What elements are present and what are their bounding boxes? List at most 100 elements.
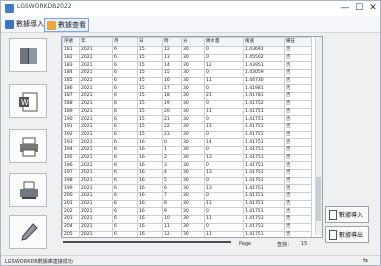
table-cell[interactable]: 2021 [79, 169, 113, 178]
column-header[interactable]: 序號 [62, 37, 80, 47]
table-cell[interactable]: 1.44730 [243, 76, 285, 86]
table-cell[interactable]: 197 [62, 169, 80, 178]
table-cell[interactable]: 30 [181, 184, 205, 194]
table-cell[interactable]: 13 [162, 53, 182, 63]
table-cell[interactable]: 2021 [79, 138, 113, 147]
table-cell[interactable]: 16 [137, 145, 163, 155]
table-cell[interactable]: 188 [62, 99, 80, 109]
table-row[interactable]: 185 2021 6 15 16 30 11 1.44730 否 [62, 76, 312, 86]
table-cell[interactable]: 1.41752 [243, 99, 285, 109]
table-cell[interactable]: 2021 [79, 122, 113, 132]
table-cell[interactable]: 1.41751 [243, 145, 285, 155]
table-cell[interactable]: 15 [137, 53, 163, 63]
table-cell[interactable]: 12 [162, 230, 182, 237]
table-cell[interactable]: 6 [112, 222, 138, 232]
table-cell[interactable]: 1.41751 [243, 207, 285, 217]
table-cell[interactable]: 否 [284, 199, 312, 209]
table-cell[interactable]: 30 [181, 99, 205, 109]
table-cell[interactable]: 14 [162, 61, 182, 71]
scanner-button[interactable] [9, 173, 47, 207]
table-cell[interactable]: 30 [181, 222, 205, 232]
table-cell[interactable]: 6 [112, 99, 138, 109]
table-cell[interactable]: 2021 [79, 176, 113, 186]
tab-data-view[interactable]: 數據查看 [44, 18, 89, 32]
table-cell[interactable]: 6 [112, 46, 138, 55]
table-cell[interactable]: 否 [284, 230, 312, 237]
table-cell[interactable]: 6 [112, 169, 138, 178]
table-cell[interactable]: 1.41751 [243, 222, 285, 232]
table-cell[interactable]: 6 [112, 153, 138, 163]
table-cell[interactable]: 否 [284, 215, 312, 224]
table-cell[interactable]: 30 [181, 230, 205, 237]
table-cell[interactable]: 0 [204, 84, 244, 94]
table-cell[interactable]: 15 [137, 92, 163, 101]
table-row[interactable]: 195 2021 6 16 2 30 13 1.41751 否 [62, 153, 312, 163]
column-header[interactable]: 分 [181, 37, 205, 47]
table-cell[interactable]: 6 [112, 184, 138, 194]
table-cell[interactable]: 2021 [79, 69, 113, 78]
table-cell[interactable]: 1.41751 [243, 169, 285, 178]
table-cell[interactable]: 15 [137, 130, 163, 140]
table-cell[interactable]: 否 [284, 84, 312, 94]
table-cell[interactable]: 1.41751 [243, 161, 285, 170]
table-cell[interactable]: 16 [137, 184, 163, 194]
table-cell[interactable]: 否 [284, 122, 312, 132]
data-export-button[interactable]: 數據導出 [325, 226, 369, 243]
table-cell[interactable]: 否 [284, 107, 312, 117]
table-cell[interactable]: 14 [204, 138, 244, 147]
table-cell[interactable]: 11 [162, 222, 182, 232]
table-cell[interactable]: 6 [112, 115, 138, 124]
table-cell[interactable]: 6 [112, 199, 138, 209]
vertical-scroll-thumb[interactable] [316, 177, 321, 221]
table-cell[interactable]: 1.41751 [243, 215, 285, 224]
table-row[interactable]: 196 2021 6 16 3 30 0 1.41751 否 [62, 161, 312, 170]
table-cell[interactable]: 0 [162, 138, 182, 147]
table-cell[interactable]: 1.41751 [243, 192, 285, 201]
table-cell[interactable]: 2021 [79, 76, 113, 86]
table-row[interactable]: 205 2021 6 16 12 30 11 1.41751 否 [62, 230, 312, 237]
table-row[interactable]: 200 2021 6 16 7 30 0 1.41751 否 [62, 192, 312, 201]
table-row[interactable]: 202 2021 6 16 9 30 0 1.41751 否 [62, 207, 312, 217]
table-cell[interactable]: 13 [204, 184, 244, 194]
table-cell[interactable]: 否 [284, 222, 312, 232]
table-cell[interactable]: 2021 [79, 92, 113, 101]
table-cell[interactable]: 30 [181, 169, 205, 178]
table-cell[interactable]: 191 [62, 122, 80, 132]
table-cell[interactable]: 2021 [79, 153, 113, 163]
table-row[interactable]: 201 2021 6 16 8 30 11 1.41751 否 [62, 199, 312, 209]
table-cell[interactable]: 1 [162, 145, 182, 155]
table-cell[interactable]: 6 [112, 53, 138, 63]
table-cell[interactable]: 17 [162, 84, 182, 94]
table-cell[interactable]: 1.41751 [243, 115, 285, 124]
table-cell[interactable]: 21 [204, 92, 244, 101]
table-cell[interactable]: 否 [284, 184, 312, 194]
table-cell[interactable]: 185 [62, 76, 80, 86]
table-row[interactable]: 183 2021 6 15 14 30 12 1.43951 否 [62, 61, 312, 71]
vertical-scrollbar[interactable] [315, 37, 322, 235]
table-cell[interactable]: 19 [162, 99, 182, 109]
table-cell[interactable]: 8 [162, 199, 182, 209]
table-cell[interactable]: 1.41751 [243, 176, 285, 186]
table-cell[interactable]: 2021 [79, 184, 113, 194]
table-cell[interactable]: 181 [62, 46, 80, 55]
table-cell[interactable]: 2021 [79, 230, 113, 237]
data-import-button[interactable]: 數據導入 [325, 206, 369, 223]
table-cell[interactable]: 16 [137, 138, 163, 147]
table-cell[interactable]: 2021 [79, 192, 113, 201]
book-button[interactable] [9, 38, 47, 72]
sync-icon[interactable]: ⇆ [363, 257, 368, 264]
table-cell[interactable]: 6 [112, 192, 138, 201]
table-cell[interactable]: 6 [112, 161, 138, 170]
table-cell[interactable]: 30 [181, 76, 205, 86]
table-cell[interactable]: 11 [204, 122, 244, 132]
table-cell[interactable]: 1.41781 [243, 92, 285, 101]
table-cell[interactable]: 30 [181, 46, 205, 55]
table-cell[interactable]: 182 [62, 53, 80, 63]
table-cell[interactable]: 0 [204, 192, 244, 201]
table-cell[interactable]: 201 [62, 199, 80, 209]
table-cell[interactable]: 6 [162, 184, 182, 194]
table-row[interactable]: 181 2021 6 15 12 30 0 1.43691 否 [62, 46, 312, 55]
table-cell[interactable]: 4 [162, 169, 182, 178]
table-cell[interactable]: 190 [62, 115, 80, 124]
table-cell[interactable]: 2021 [79, 46, 113, 55]
